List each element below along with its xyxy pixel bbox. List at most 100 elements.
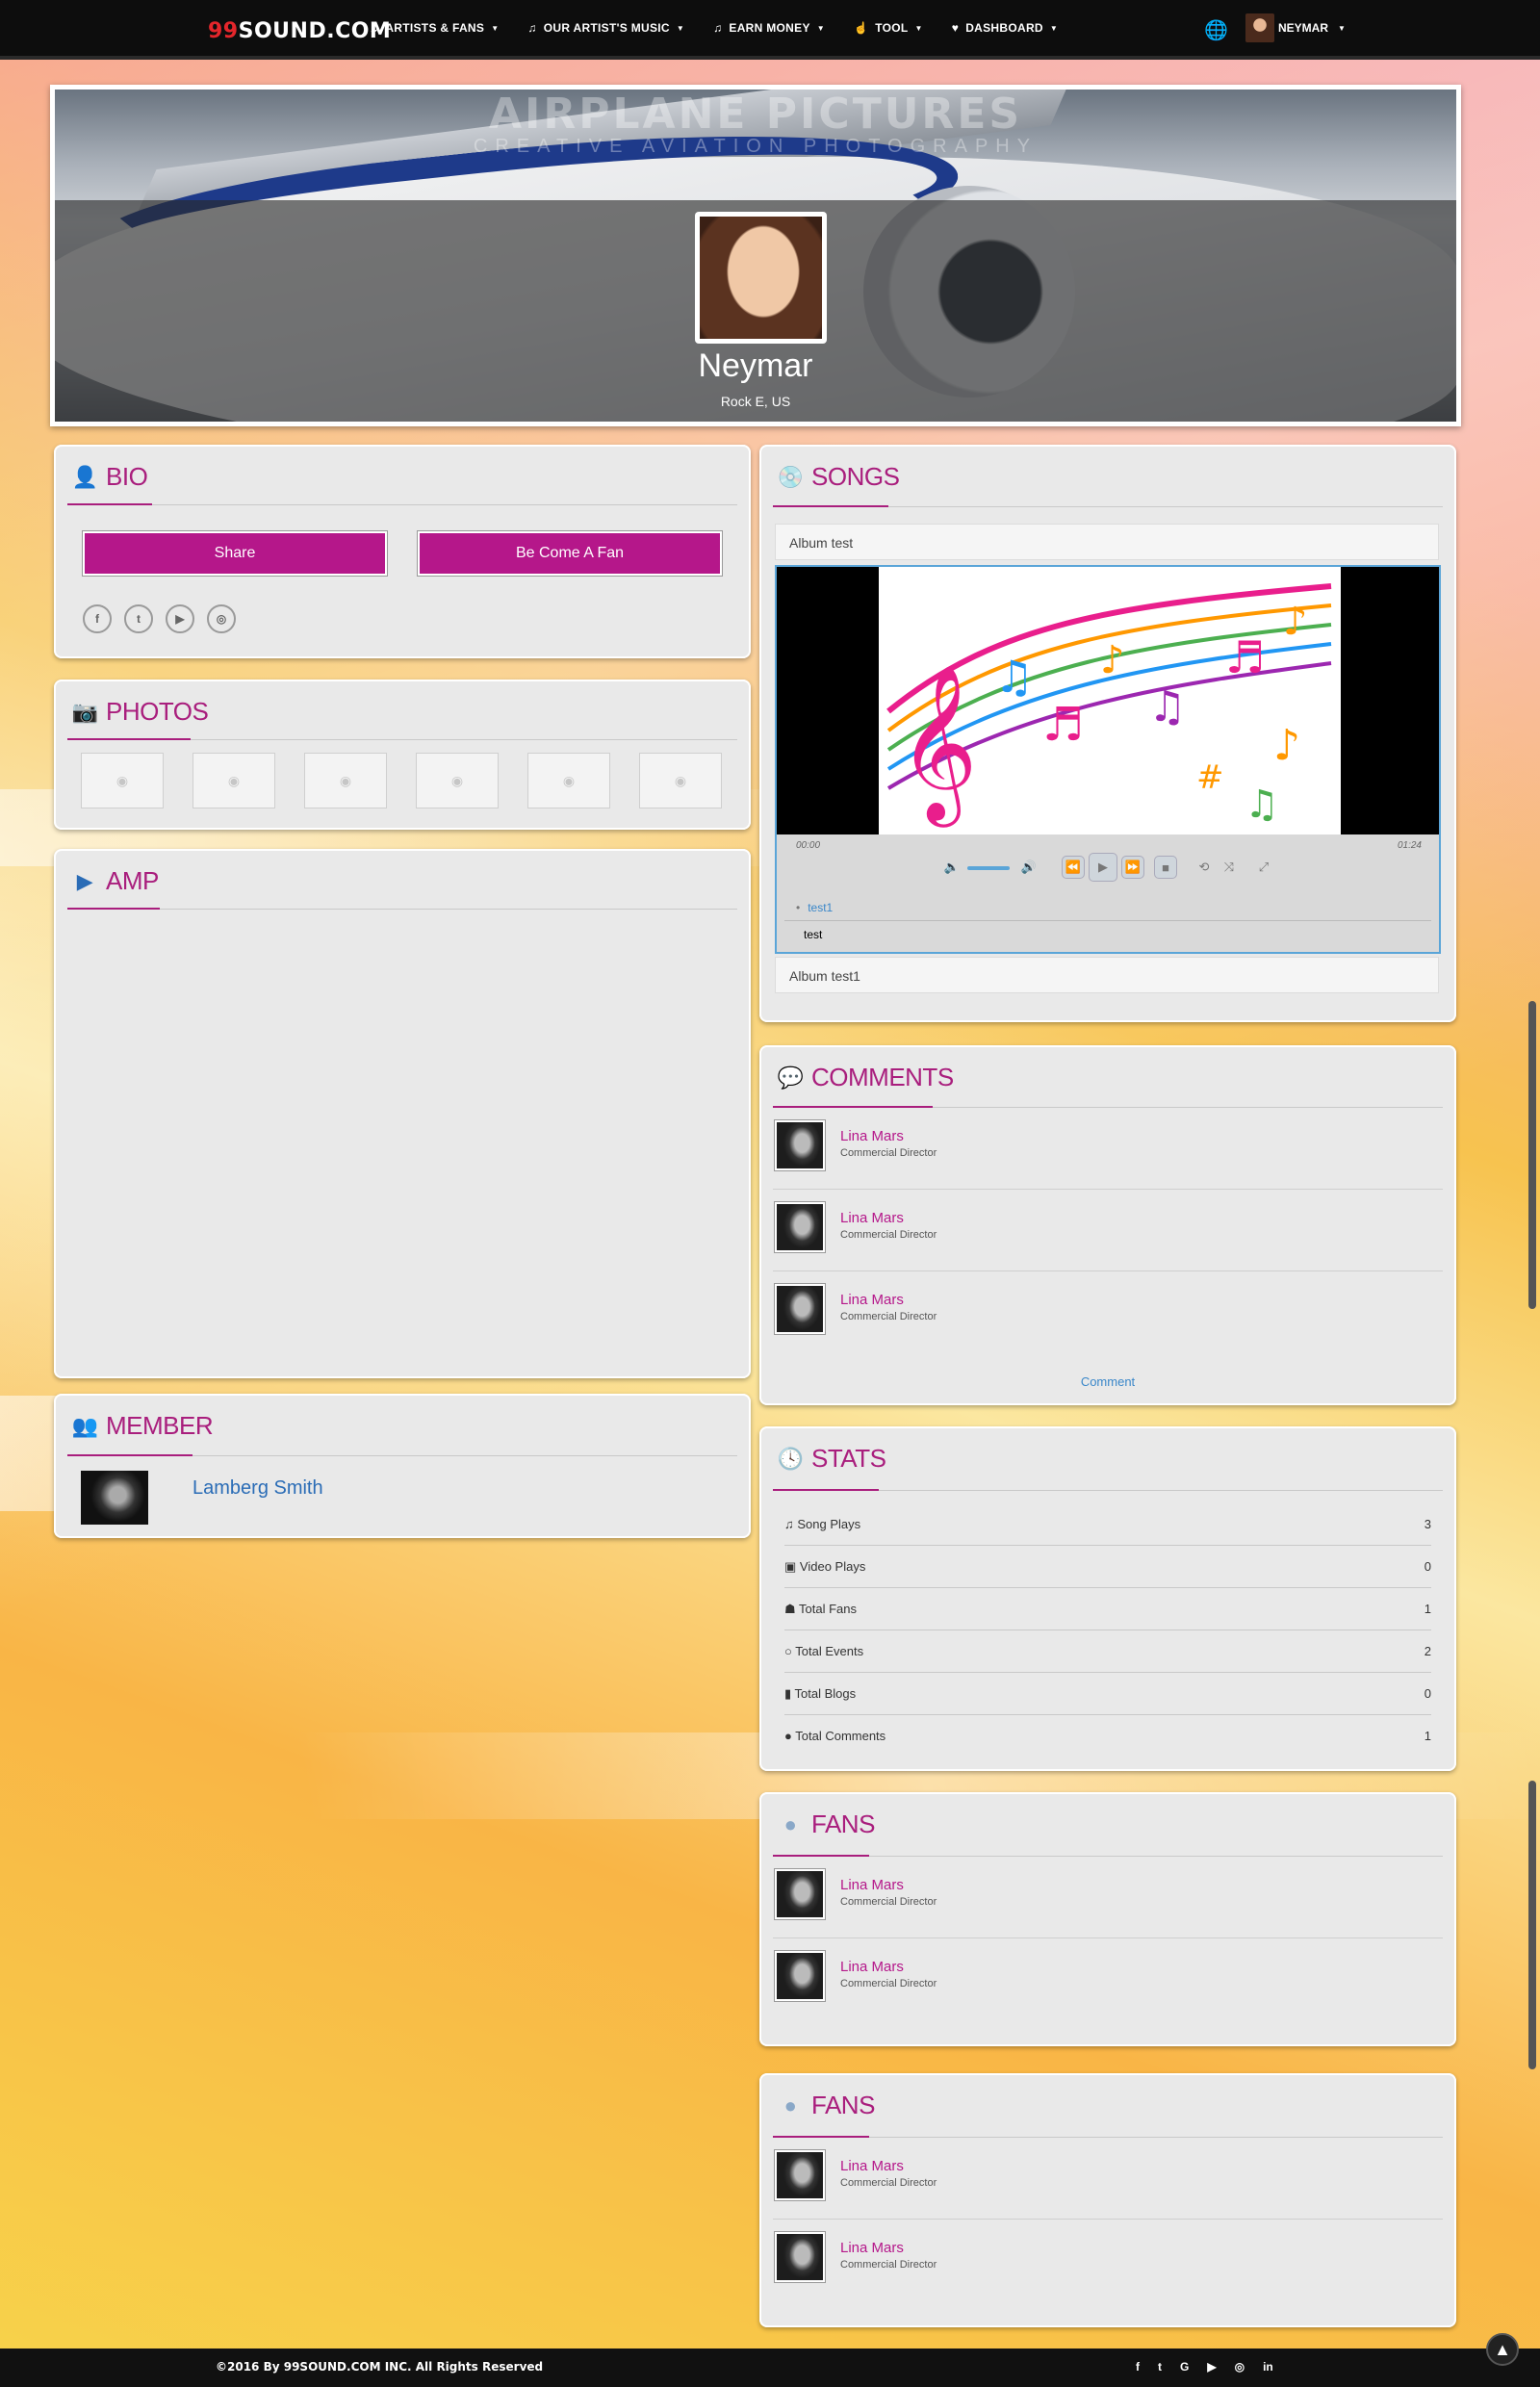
video-area[interactable]: 𝄞 ♫ ♬ ♪ ♫ # ♬ ♪ ♫ ♪ xyxy=(777,567,1439,834)
fans-panel: ● FANS Lina Mars Commercial Director Lina… xyxy=(759,2073,1456,2327)
album-header[interactable]: Album test xyxy=(775,524,1439,560)
google-plus-icon[interactable]: G xyxy=(1180,2360,1189,2374)
stat-label: Video Plays xyxy=(799,1559,866,1574)
svg-text:♫: ♫ xyxy=(994,651,1034,703)
fan-avatar[interactable] xyxy=(775,2232,825,2282)
clock-icon: 🕓 xyxy=(777,1446,804,1471)
user-menu[interactable]: NEYMAR ▼ xyxy=(1245,13,1346,42)
profile-photo[interactable] xyxy=(695,212,827,344)
twitter-icon[interactable]: t xyxy=(124,604,153,633)
fan-name[interactable]: Lina Mars xyxy=(840,1877,904,1893)
instagram-icon[interactable]: ◎ xyxy=(1235,2360,1245,2374)
photo-thumbnail[interactable]: ◉ xyxy=(639,753,722,808)
chevron-down-icon: ▼ xyxy=(676,23,685,33)
stat-value: 0 xyxy=(1424,1559,1431,1574)
photo-thumbnail[interactable]: ◉ xyxy=(527,753,610,808)
globe-icon[interactable]: 🌐 xyxy=(1204,18,1228,42)
become-fan-button[interactable]: Be Come A Fan xyxy=(418,531,722,576)
rewind-icon[interactable]: ⏪ xyxy=(1062,856,1085,879)
fan-item: Lina Mars Commercial Director xyxy=(773,1939,1443,2020)
youtube-icon[interactable]: ▶ xyxy=(166,604,194,633)
playlist: test1 test xyxy=(784,894,1431,948)
chevron-down-icon: ▼ xyxy=(1338,23,1346,33)
commenter-name[interactable]: Lina Mars xyxy=(840,1292,904,1308)
music-note-icon: ♫ xyxy=(370,21,379,35)
commenter-name[interactable]: Lina Mars xyxy=(840,1210,904,1226)
fan-avatar[interactable] xyxy=(775,1869,825,1919)
panel-title: SONGS xyxy=(811,462,900,491)
chevron-down-icon: ▼ xyxy=(491,23,500,33)
scrollbar-thumb[interactable] xyxy=(1528,1781,1536,2069)
panel-title: MEMBER xyxy=(106,1411,214,1440)
member-name-link[interactable]: Lamberg Smith xyxy=(192,1477,323,1500)
volume-slider[interactable] xyxy=(967,866,1010,870)
comment-item: Lina Mars Commercial Director xyxy=(773,1109,1443,1190)
photo-thumbnail[interactable]: ◉ xyxy=(81,753,164,808)
play-icon[interactable]: ▶ xyxy=(1089,853,1117,882)
playlist-item[interactable]: test xyxy=(784,921,1431,948)
commenter-avatar[interactable] xyxy=(775,1202,825,1252)
user-name: NEYMAR xyxy=(1278,21,1329,35)
photo-thumbnail[interactable]: ◉ xyxy=(192,753,275,808)
fan-name[interactable]: Lina Mars xyxy=(840,1959,904,1975)
fast-forward-icon[interactable]: ⏩ xyxy=(1121,856,1144,879)
fan-name[interactable]: Lina Mars xyxy=(840,2158,904,2174)
volume-max-icon[interactable]: 🔊 xyxy=(1017,856,1040,879)
site-logo[interactable]: 99SOUND.COM xyxy=(208,19,391,43)
fan-role: Commercial Director xyxy=(840,2177,937,2189)
instagram-icon[interactable]: ◎ xyxy=(207,604,236,633)
stat-row: ▮ Total Blogs 0 xyxy=(784,1673,1431,1715)
photos-panel: 📷 PHOTOS ◉ ◉ ◉ ◉ ◉ ◉ xyxy=(54,680,751,830)
stat-label: Total Events xyxy=(795,1644,864,1658)
comment-link[interactable]: Comment xyxy=(759,1374,1456,1389)
photo-thumbnail[interactable]: ◉ xyxy=(416,753,499,808)
fan-role: Commercial Director xyxy=(840,2259,937,2271)
nav-item-earn-money[interactable]: ♫ EARN MONEY ▼ xyxy=(713,21,825,35)
commenter-role: Commercial Director xyxy=(840,1229,937,1241)
fan-name[interactable]: Lina Mars xyxy=(840,2240,904,2256)
nav-item-artists-fans[interactable]: ♫ ARTISTS & FANS ▼ xyxy=(370,21,499,35)
panel-title: AMP xyxy=(106,866,159,895)
music-folder-icon: 💿 xyxy=(777,464,804,489)
stat-label: Total Blogs xyxy=(794,1686,857,1701)
play-circle-icon: ▶ xyxy=(76,868,93,893)
main-nav: ♫ ARTISTS & FANS ▼ ♫ OUR ARTIST'S MUSIC ▼ ♫ EAR… xyxy=(370,21,1058,35)
footer: ©2016 By 99SOUND.COM INC. All Rights Res… xyxy=(0,2348,1540,2387)
commenter-avatar[interactable] xyxy=(775,1120,825,1170)
linkedin-icon[interactable]: in xyxy=(1263,2360,1273,2374)
panel-title: FANS xyxy=(811,2091,875,2119)
svg-text:♪: ♪ xyxy=(1283,600,1308,644)
scrollbar-thumb[interactable] xyxy=(1528,1001,1536,1309)
profile-location: Rock E, US xyxy=(720,394,791,409)
back-to-top-button[interactable]: ▲ xyxy=(1486,2333,1519,2366)
fullscreen-icon[interactable]: ⤢ xyxy=(1252,856,1275,879)
fan-avatar[interactable] xyxy=(775,1951,825,2001)
playlist-item[interactable]: test1 xyxy=(784,894,1431,921)
video-icon: ▣ xyxy=(784,1559,797,1574)
nav-item-our-artist-s-music[interactable]: ♫ OUR ARTIST'S MUSIC ▼ xyxy=(527,21,684,35)
fan-avatar[interactable] xyxy=(775,2150,825,2200)
twitter-icon[interactable]: t xyxy=(1158,2360,1162,2374)
shuffle-icon[interactable]: ⤨ xyxy=(1218,856,1241,879)
share-button[interactable]: Share xyxy=(83,531,387,576)
nav-item-dashboard[interactable]: ♥ DASHBOARD ▼ xyxy=(952,21,1058,35)
youtube-icon[interactable]: ▶ xyxy=(1207,2360,1216,2374)
avatar xyxy=(1245,13,1274,42)
photo-thumbnail[interactable]: ◉ xyxy=(304,753,387,808)
member-avatar[interactable] xyxy=(81,1471,148,1525)
stop-icon[interactable]: ■ xyxy=(1154,856,1177,879)
fans-panel: ● FANS Lina Mars Commercial Director Lina… xyxy=(759,1792,1456,2046)
arrow-up-icon: ▲ xyxy=(1494,2339,1511,2359)
camera-icon: 📷 xyxy=(71,699,98,724)
globe-ball-icon: ● xyxy=(783,1811,797,1836)
stat-value: 3 xyxy=(1424,1517,1431,1531)
album-header[interactable]: Album test1 xyxy=(775,957,1439,993)
nav-item-tool[interactable]: ☝ TOOL ▼ xyxy=(854,21,923,35)
facebook-icon[interactable]: f xyxy=(83,604,112,633)
repeat-icon[interactable]: ⟲ xyxy=(1193,856,1216,879)
commenter-name[interactable]: Lina Mars xyxy=(840,1128,904,1144)
facebook-icon[interactable]: f xyxy=(1136,2360,1140,2374)
nav-item-label: TOOL xyxy=(875,21,909,35)
commenter-avatar[interactable] xyxy=(775,1284,825,1334)
mute-icon[interactable]: 🔈 xyxy=(940,856,963,879)
